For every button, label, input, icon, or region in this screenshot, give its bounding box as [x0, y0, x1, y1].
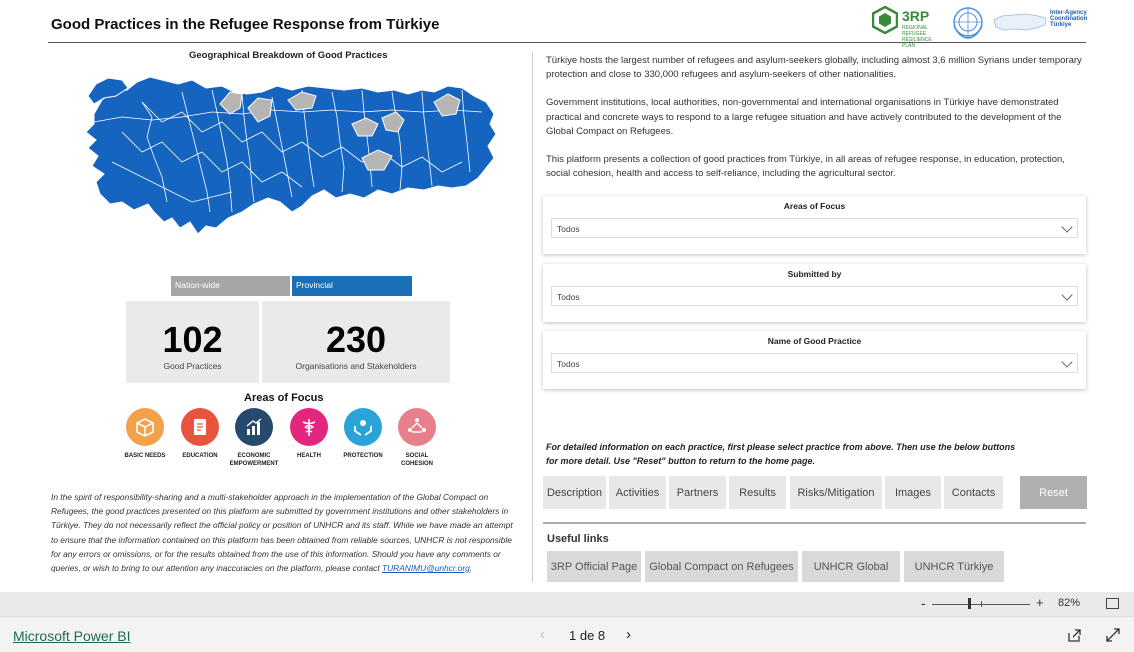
intro-paragraph: Government institutions, local authoriti… — [546, 97, 1062, 137]
intro-paragraph: This platform presents a collection of g… — [546, 154, 1065, 180]
3rp-hex-icon — [872, 6, 898, 34]
page-navigator: ‹ 1 de 8 › — [540, 626, 650, 644]
area-label: HEALTH — [297, 453, 321, 459]
partners-button[interactable]: Partners — [669, 476, 726, 509]
good-practice-dropdown[interactable]: Todos — [551, 353, 1078, 373]
people-circle-icon — [398, 408, 436, 446]
slicer-name-of-good-practice: Name of Good Practice Todos — [543, 331, 1086, 389]
growth-icon — [235, 408, 273, 446]
caduceus-icon — [290, 408, 328, 446]
results-button[interactable]: Results — [729, 476, 786, 509]
turkey-province-map[interactable] — [82, 62, 500, 262]
risks-mitigation-button[interactable]: Risks/Mitigation — [790, 476, 882, 509]
area-social-cohesion[interactable]: SOCIAL COHESION — [387, 408, 447, 468]
disclaimer-end: . — [469, 563, 473, 574]
area-education[interactable]: EDUCATION — [170, 408, 230, 460]
dropdown-value: Todos — [557, 224, 580, 234]
area-economic-empowerment[interactable]: ECONOMIC EMPOWERMENT — [224, 408, 284, 468]
hands-icon — [344, 408, 382, 446]
3rp-logo-subtext: REGIONAL REFUGEE RESILIENCE PLAN — [902, 25, 932, 49]
images-button[interactable]: Images — [885, 476, 941, 509]
previous-page-button[interactable]: ‹ — [540, 626, 545, 643]
link-unhcr-global[interactable]: UNHCR Global — [802, 551, 900, 582]
activities-button[interactable]: Activities — [609, 476, 666, 509]
dropdown-value: Todos — [557, 292, 580, 302]
chevron-down-icon — [1061, 356, 1073, 368]
area-label: PROTECTION — [343, 453, 383, 459]
powerbi-link[interactable]: Microsoft Power BI — [13, 628, 130, 644]
areas-of-focus-dropdown[interactable]: Todos — [551, 218, 1078, 238]
report-canvas: Good Practices in the Refugee Response f… — [0, 0, 1134, 592]
contacts-button[interactable]: Contacts — [944, 476, 1003, 509]
fit-to-page-icon[interactable] — [1106, 598, 1119, 609]
zoom-in-button[interactable]: + — [1036, 595, 1044, 610]
page-title: Good Practices in the Refugee Response f… — [51, 16, 440, 33]
column-divider — [532, 52, 533, 582]
description-button[interactable]: Description — [543, 476, 606, 509]
area-protection[interactable]: PROTECTION — [333, 408, 393, 460]
next-page-button[interactable]: › — [626, 626, 631, 643]
kpi-value: 102 — [162, 319, 223, 360]
link-global-compact[interactable]: Global Compact on Refugees — [645, 551, 798, 582]
section-divider — [543, 522, 1086, 524]
area-label: SOCIAL — [405, 453, 429, 459]
intro-paragraph: Türkiye hosts the largest number of refu… — [546, 55, 1082, 81]
area-label-line2: EMPOWERMENT — [229, 461, 279, 467]
submitted-by-dropdown[interactable]: Todos — [551, 286, 1078, 306]
useful-links-title: Useful links — [547, 533, 609, 545]
zoom-percent: 82% — [1058, 597, 1081, 609]
kpi-organisations: 230 Organisations and Stakeholders — [262, 301, 450, 383]
disclaimer-text: In the spirit of responsibility-sharing … — [51, 490, 519, 575]
dropdown-value: Todos — [557, 359, 580, 369]
area-label-line2: COHESION — [400, 461, 433, 467]
intro-text: Türkiye hosts the largest number of refu… — [546, 54, 1086, 195]
chevron-down-icon — [1061, 221, 1073, 233]
zoom-bar: - + 82% — [0, 592, 1134, 616]
area-label: EDUCATION — [182, 453, 218, 459]
slicer-title: Areas of Focus — [783, 201, 846, 211]
area-health[interactable]: HEALTH — [279, 408, 339, 460]
chevron-down-icon — [1061, 289, 1073, 301]
instructions-note: For detailed information on each practic… — [546, 442, 1016, 466]
page-indicator: 1 de 8 — [569, 628, 606, 643]
un-emblem-icon — [953, 7, 983, 39]
zoom-slider-handle[interactable] — [968, 598, 971, 609]
contact-email-link[interactable]: TURANIMU@unhcr.org — [382, 563, 470, 573]
kpi-value: 230 — [325, 319, 387, 360]
slicer-areas-of-focus: Areas of Focus Todos — [543, 196, 1086, 254]
kpi-label: Organisations and Stakeholders — [295, 361, 417, 371]
kpi-good-practices: 102 Good Practices — [126, 301, 259, 383]
provincial-toggle[interactable]: Provincial — [292, 276, 412, 296]
fullscreen-icon[interactable] — [1105, 627, 1121, 643]
slicer-title: Submitted by — [787, 269, 842, 279]
turkey-outline-icon — [993, 13, 1047, 31]
inter-agency-logo: Inter-Agency Coordination Türkiye — [992, 6, 1088, 38]
slicer-title: Name of Good Practice — [767, 336, 862, 346]
reset-button[interactable]: Reset — [1020, 476, 1087, 509]
disclaimer-body: In the spirit of responsibility-sharing … — [51, 492, 513, 574]
powerbi-footer: Microsoft Power BI ‹ 1 de 8 › — [0, 616, 1134, 652]
nation-wide-toggle[interactable]: Nation-wide — [171, 276, 290, 296]
area-basic-needs[interactable]: BASIC NEEDS — [115, 408, 175, 460]
box-icon — [126, 408, 164, 446]
link-unhcr-turkiye[interactable]: UNHCR Türkiye — [904, 551, 1004, 582]
slicer-submitted-by: Submitted by Todos — [543, 264, 1086, 322]
book-icon — [181, 408, 219, 446]
area-label: ECONOMIC — [237, 453, 271, 459]
zoom-out-button[interactable]: - — [921, 595, 926, 611]
share-icon[interactable] — [1066, 627, 1082, 643]
partner-logos: 3RP REGIONAL REFUGEE RESILIENCE PLAN Int… — [870, 4, 1090, 49]
kpi-label: Good Practices — [163, 361, 222, 371]
areas-of-focus-title: Areas of Focus — [244, 392, 324, 404]
3rp-logo: 3RP REGIONAL REFUGEE RESILIENCE PLAN — [870, 4, 940, 49]
link-3rp-official[interactable]: 3RP Official Page — [547, 551, 641, 582]
3rp-logo-text: 3RP — [902, 8, 930, 24]
area-label: BASIC NEEDS — [124, 453, 166, 459]
zoom-default-tick — [981, 601, 982, 607]
inter-agency-text: Inter-Agency Coordination Türkiye — [1050, 10, 1088, 28]
map-title: Geographical Breakdown of Good Practices — [189, 50, 388, 61]
